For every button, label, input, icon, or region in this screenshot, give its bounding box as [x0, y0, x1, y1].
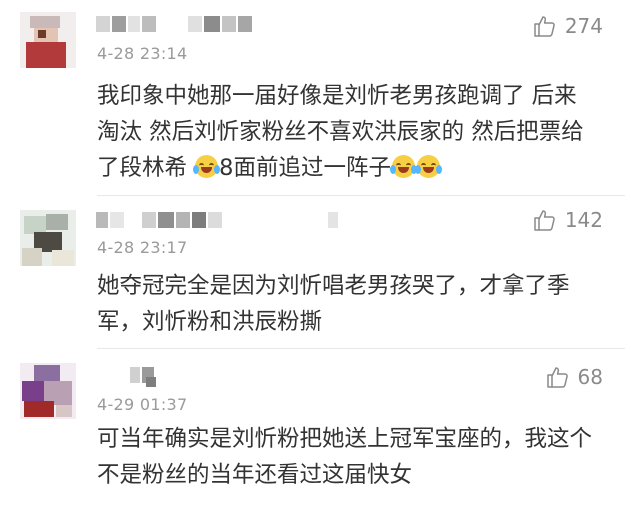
like-button[interactable]: 142 [533, 208, 603, 232]
comment-text: 她夺冠完全是因为刘忻唱老男孩哭了，才拿了季军，刘忻粉和洪辰粉撕 [97, 273, 570, 335]
like-button[interactable]: 274 [533, 14, 603, 38]
like-button[interactable]: 68 [546, 365, 603, 389]
thumbs-up-icon [546, 367, 568, 388]
cry-laugh-emoji [414, 155, 442, 178]
comment-text: 可当年确实是刘忻粉把她送上冠军宝座的，我这个不是粉丝的当年还看过这届快女 [97, 426, 593, 488]
comment-text-part: 8面前追过一阵子 [219, 155, 391, 181]
like-count: 68 [577, 365, 603, 389]
comment-time: 4-29 01:37 [97, 395, 188, 414]
avatar[interactable] [20, 363, 76, 419]
like-count: 142 [564, 208, 603, 232]
comment-item: 4-28 23:17 142 她夺冠完全是因为刘忻唱老男孩哭了，才拿了季军，刘忻… [0, 196, 625, 348]
comment-text: 我印象中她那一届好像是刘忻老男孩跑调了 后来淘汰 然后刘忻家粉丝不喜欢洪辰家的 … [97, 78, 592, 186]
comment-item: 4-29 01:37 68 可当年确实是刘忻粉把她送上冠军宝座的，我这个不是粉丝… [0, 349, 625, 517]
avatar[interactable] [20, 12, 76, 68]
comment-time: 4-28 23:14 [97, 44, 188, 63]
cry-laugh-emoji [389, 155, 417, 178]
comment-time: 4-28 23:17 [97, 238, 188, 257]
thumbs-up-icon [534, 210, 555, 231]
thumbs-up-icon [534, 16, 555, 37]
comment-item: 4-28 23:14 274 我印象中她那一届好像是刘忻老男孩跑调了 后来淘汰 … [0, 0, 625, 195]
cry-laugh-emoji [193, 155, 221, 178]
avatar[interactable] [20, 210, 76, 266]
like-count: 274 [564, 14, 603, 38]
